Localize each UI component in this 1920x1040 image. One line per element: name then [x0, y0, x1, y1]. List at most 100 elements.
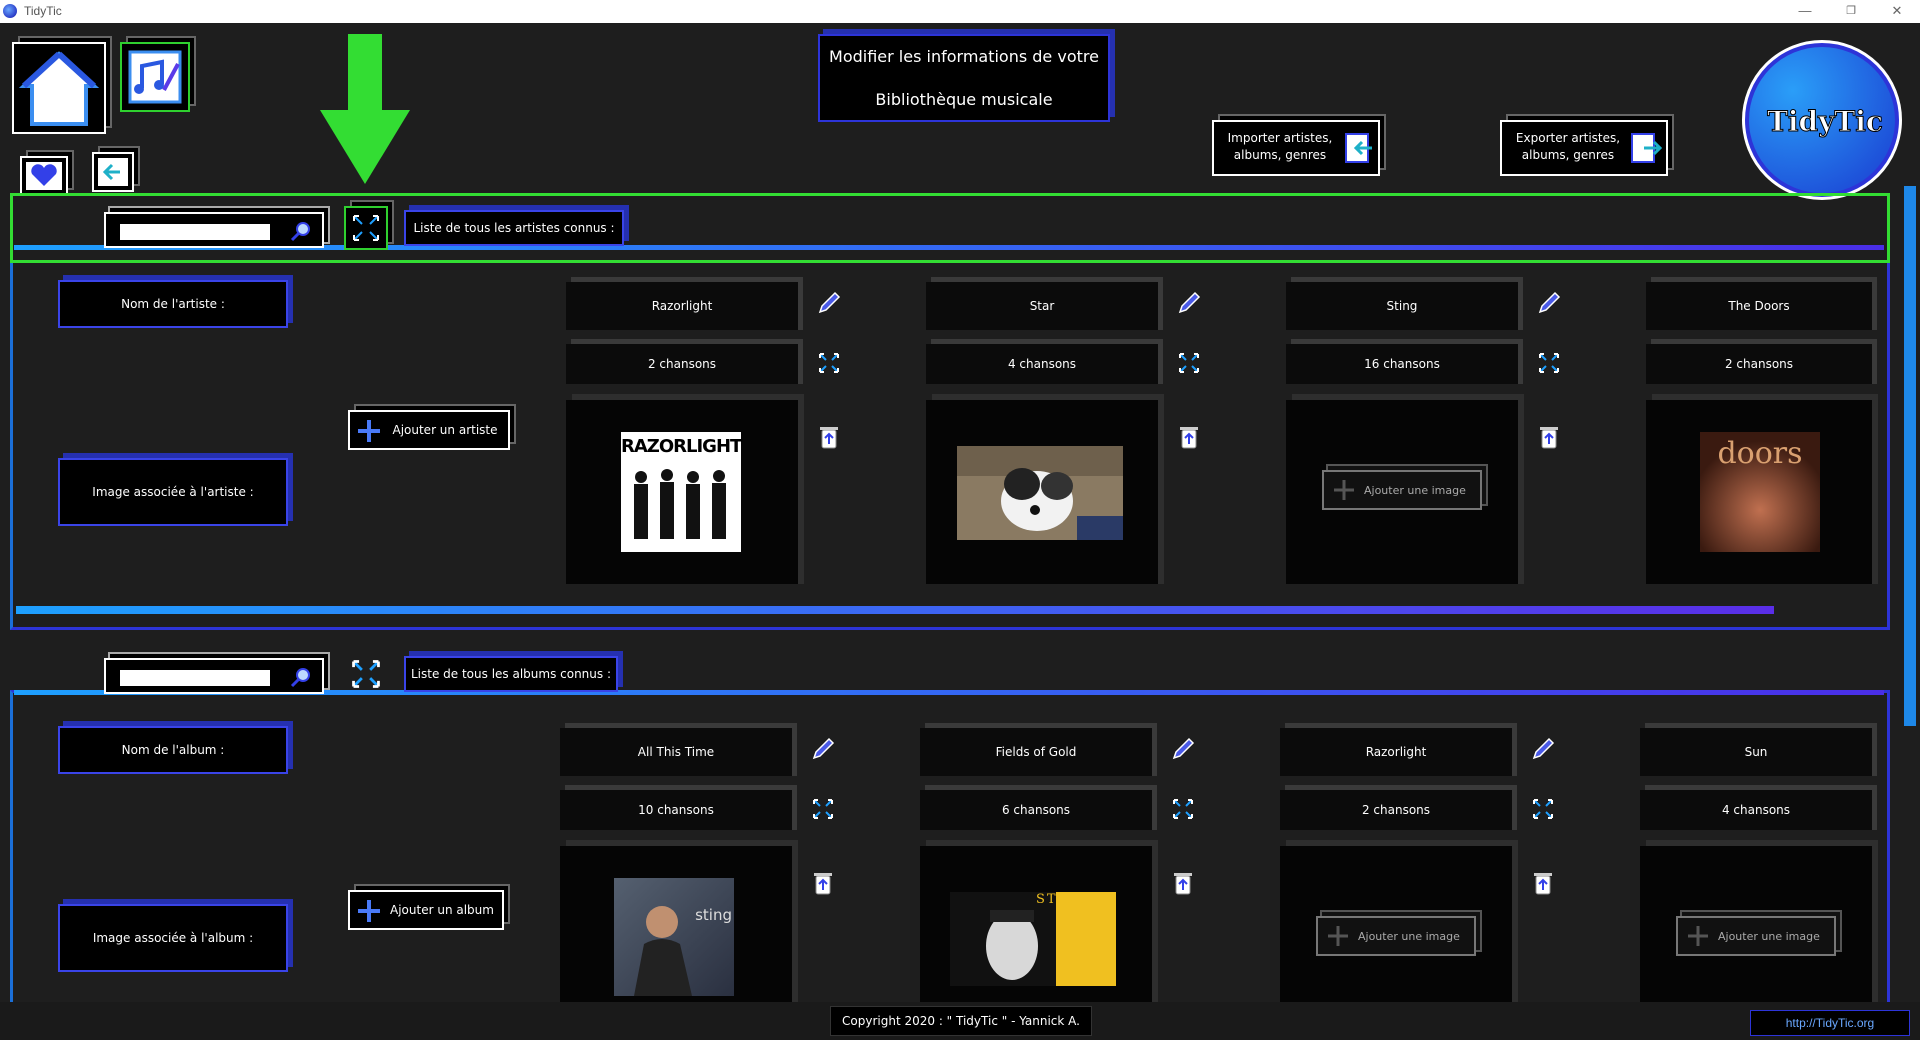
logo-text: TidyTic	[1767, 105, 1884, 139]
artist-songs-cell: 16 chansons	[1286, 344, 1518, 384]
expand-icon[interactable]	[810, 796, 836, 822]
pencil-icon[interactable]	[1176, 290, 1202, 316]
album-image-text: STING	[1036, 892, 1091, 907]
artist-image-text: doors	[1717, 436, 1803, 471]
import-label-line2: albums, genres	[1233, 148, 1327, 162]
album-image-card[interactable]: STING	[920, 846, 1152, 1006]
window-title: TidyTic	[24, 4, 62, 18]
artists-search-box	[104, 212, 324, 248]
add-artist-button[interactable]: Ajouter un artiste	[348, 410, 510, 450]
expand-icon[interactable]	[1170, 796, 1196, 822]
albums-search-box	[104, 658, 324, 694]
album-name-cell[interactable]: Razorlight	[1280, 728, 1512, 776]
plus-icon	[1688, 926, 1708, 946]
page-vertical-scrollbar[interactable]	[1904, 186, 1916, 726]
page-title: Modifier les informations de votre Bibli…	[818, 34, 1110, 122]
album-photo	[986, 892, 1116, 986]
pencil-icon[interactable]	[816, 290, 842, 316]
band-photo	[634, 469, 726, 539]
page-title-line1: Modifier les informations de votre	[829, 47, 1099, 66]
window-titlebar: TidyTic — ❐ ✕	[0, 0, 1920, 23]
artist-image-text: RAZORLIGHT	[621, 436, 742, 457]
expand-icon[interactable]	[816, 350, 842, 376]
album-name-label: Nom de l'album :	[58, 726, 288, 774]
pencil-icon[interactable]	[1530, 736, 1556, 762]
album-photo	[634, 906, 692, 996]
artist-name-cell[interactable]: Sting	[1286, 282, 1518, 330]
trash-icon[interactable]	[816, 424, 842, 450]
artist-songs-cell: 2 chansons	[1646, 344, 1872, 384]
search-icon[interactable]	[290, 220, 312, 242]
trash-icon[interactable]	[1176, 424, 1202, 450]
album-image: sting	[614, 878, 734, 996]
expand-icon[interactable]	[1530, 796, 1556, 822]
trash-icon[interactable]	[1170, 870, 1196, 896]
page-title-line2: Bibliothèque musicale	[875, 90, 1053, 109]
add-image-label: Ajouter une image	[1718, 929, 1820, 943]
add-image-label: Ajouter une image	[1364, 483, 1466, 497]
music-note-icon	[128, 50, 182, 104]
pencil-icon[interactable]	[1536, 290, 1562, 316]
import-label-line1: Importer artistes,	[1227, 131, 1333, 145]
expand-icon[interactable]	[1536, 350, 1562, 376]
import-button[interactable]: Importer artistes, albums, genres	[1212, 120, 1380, 176]
artist-image-card[interactable]	[926, 400, 1158, 584]
album-songs-cell: 2 chansons	[1280, 790, 1512, 830]
artist-image-card[interactable]: doors	[1646, 400, 1872, 584]
music-edit-button[interactable]	[120, 42, 190, 112]
trash-icon[interactable]	[810, 870, 836, 896]
album-name-cell[interactable]: Sun	[1640, 728, 1872, 776]
favorites-button[interactable]	[20, 156, 68, 196]
search-icon[interactable]	[290, 666, 312, 688]
export-label-line2: albums, genres	[1521, 148, 1615, 162]
restore-button[interactable]: ❐	[1828, 0, 1874, 23]
album-image-card: Ajouter une image	[1280, 846, 1512, 1006]
album-songs-cell: 4 chansons	[1640, 790, 1872, 830]
back-button[interactable]	[92, 152, 134, 192]
add-album-button[interactable]: Ajouter un album	[348, 890, 504, 930]
album-songs-cell: 6 chansons	[920, 790, 1152, 830]
artists-horizontal-scrollbar[interactable]	[16, 606, 1774, 614]
export-label-line1: Exporter artistes,	[1515, 131, 1621, 145]
trash-icon[interactable]	[1536, 424, 1562, 450]
website-link[interactable]: http://TidyTic.org	[1750, 1010, 1910, 1036]
artist-name-cell[interactable]: Razorlight	[566, 282, 798, 330]
plus-icon	[1334, 480, 1354, 500]
album-image-card[interactable]: sting	[560, 846, 792, 1006]
albums-expand-icon[interactable]	[348, 656, 384, 692]
album-name-cell[interactable]: All This Time	[560, 728, 792, 776]
artist-songs-cell: 4 chansons	[926, 344, 1158, 384]
albums-search-input[interactable]	[120, 670, 270, 686]
album-image-card: Ajouter une image	[1640, 846, 1872, 1006]
artist-name-cell[interactable]: The Doors	[1646, 282, 1872, 330]
pencil-icon[interactable]	[810, 736, 836, 762]
heart-icon	[26, 162, 62, 190]
album-image-label: Image associée à l'album :	[58, 904, 288, 972]
trash-icon[interactable]	[1530, 870, 1556, 896]
home-icon	[18, 51, 100, 126]
tidytic-logo: TidyTic	[1742, 40, 1902, 200]
arrow-left-icon	[98, 158, 128, 186]
album-songs-cell: 10 chansons	[560, 790, 792, 830]
minimize-button[interactable]: —	[1782, 0, 1828, 23]
artists-expand-button[interactable]	[344, 206, 388, 250]
export-button[interactable]: Exporter artistes, albums, genres	[1500, 120, 1668, 176]
artist-image-card[interactable]: RAZORLIGHT	[566, 400, 798, 584]
add-image-button[interactable]: Ajouter une image	[1316, 916, 1476, 956]
close-button[interactable]: ✕	[1874, 0, 1920, 23]
home-button[interactable]	[12, 42, 106, 134]
pencil-icon[interactable]	[1170, 736, 1196, 762]
artist-image-dog	[957, 446, 1123, 540]
album-name-cell[interactable]: Fields of Gold	[920, 728, 1152, 776]
artist-image: RAZORLIGHT	[621, 432, 742, 552]
add-artist-label: Ajouter un artiste	[392, 423, 498, 437]
artist-name-cell[interactable]: Star	[926, 282, 1158, 330]
export-icon	[1631, 133, 1662, 163]
artist-name-label: Nom de l'artiste :	[58, 280, 288, 328]
artists-search-input[interactable]	[120, 224, 270, 240]
add-image-button[interactable]: Ajouter une image	[1676, 916, 1836, 956]
add-image-button[interactable]: Ajouter une image	[1322, 470, 1482, 510]
green-arrow-icon	[320, 34, 410, 184]
expand-icon[interactable]	[1176, 350, 1202, 376]
album-image-text: sting	[695, 906, 732, 924]
